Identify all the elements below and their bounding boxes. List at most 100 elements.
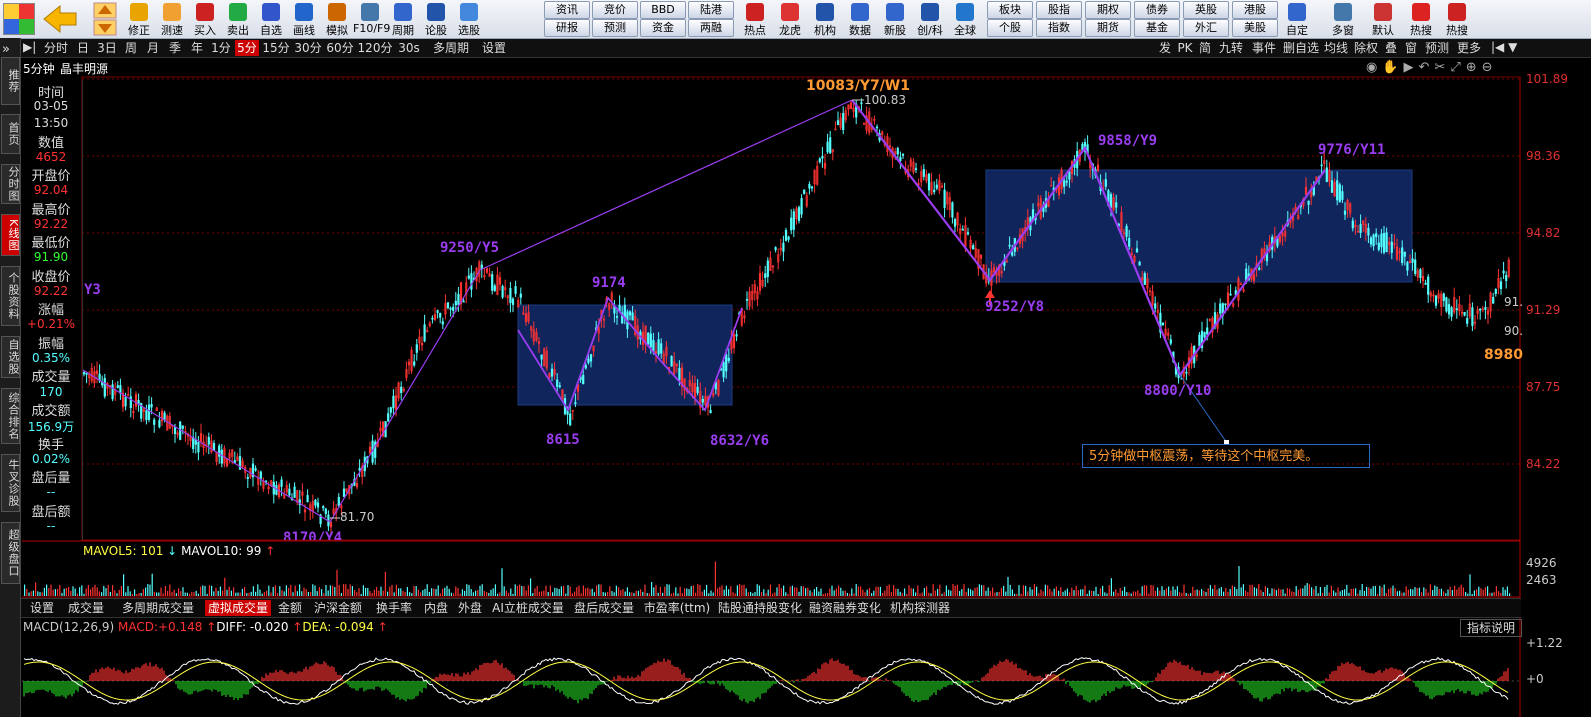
volume-bar xyxy=(598,584,600,596)
volume-bar xyxy=(233,587,235,596)
volume-bar xyxy=(323,593,325,596)
volume-bar xyxy=(723,589,725,596)
volume-bar xyxy=(1150,584,1152,596)
volume-bar xyxy=(1196,589,1198,596)
volume-bar xyxy=(1286,588,1288,596)
volume-bar xyxy=(338,585,340,596)
candle-body xyxy=(1307,200,1310,205)
volume-bar xyxy=(191,591,193,596)
volume-bar xyxy=(461,589,463,596)
volume-bar xyxy=(842,590,844,596)
indicator-tab[interactable]: 外盘 xyxy=(455,600,485,616)
indicator-help-button[interactable]: 指标说明 xyxy=(1460,619,1522,637)
indicator-tab[interactable]: 内盘 xyxy=(421,600,451,616)
indicator-tab[interactable]: 沪深金额 xyxy=(309,600,367,616)
volume-bar xyxy=(1308,584,1310,596)
volume-bar xyxy=(1418,587,1420,596)
volume-bar xyxy=(486,591,488,596)
indicator-tab[interactable]: 融资融券变化 xyxy=(807,600,883,616)
volume-bar xyxy=(1315,585,1317,596)
volume-bar xyxy=(549,585,551,596)
volume-bar xyxy=(871,593,873,596)
indicator-tab[interactable]: 金额 xyxy=(275,600,305,616)
volume-bar xyxy=(1117,592,1119,596)
indicator-tab[interactable]: 虚拟成交量 xyxy=(205,600,271,616)
volume-bar xyxy=(1355,588,1357,596)
macd-axis-label: +0 xyxy=(1526,672,1544,686)
volume-bar xyxy=(301,591,303,596)
volume-bar xyxy=(336,569,338,596)
candle-body xyxy=(550,368,554,377)
volume-bar xyxy=(1478,586,1480,596)
volume-bar xyxy=(257,584,259,596)
volume-bar xyxy=(582,585,584,596)
dea-label: DEA: xyxy=(302,620,332,634)
volume-bar xyxy=(1044,584,1046,596)
volume-bar xyxy=(761,591,763,596)
volume-bar xyxy=(24,584,26,596)
volume-bar xyxy=(1278,588,1280,596)
volume-bar xyxy=(1302,588,1304,596)
indicator-tab[interactable]: 换手率 xyxy=(371,600,417,616)
indicator-tab[interactable]: 设置 xyxy=(27,600,57,616)
volume-bar xyxy=(380,586,382,596)
annotation-9252: 9252/Y8 xyxy=(985,299,1045,315)
candle-body xyxy=(1447,304,1451,315)
volume-bar xyxy=(400,588,402,596)
annotation-9174: 9174 xyxy=(592,275,626,291)
volume-bar xyxy=(321,589,323,596)
candle-body xyxy=(875,126,879,129)
candle-body xyxy=(1320,164,1323,167)
volume-bar xyxy=(193,592,195,596)
candle-body xyxy=(628,311,632,316)
volume-bar xyxy=(50,584,52,596)
volume-bar xyxy=(197,593,199,596)
volume-bar xyxy=(547,591,549,596)
volume-bar xyxy=(52,589,54,596)
volume-bar xyxy=(721,585,723,596)
volume-bar xyxy=(1264,586,1266,596)
volume-bar xyxy=(1016,593,1018,596)
info-open: 92.04 xyxy=(33,183,69,197)
indicator-tab[interactable]: 陆股通持股变化 xyxy=(717,600,803,616)
volume-bar xyxy=(281,590,283,596)
volume-bar xyxy=(1423,587,1425,596)
indicator-tab[interactable]: 盘后成交量 xyxy=(571,600,637,616)
indicator-tab[interactable]: AI立桩成交量 xyxy=(489,600,567,616)
volume-bar xyxy=(787,593,789,596)
volume-bar xyxy=(505,590,507,596)
volume-bar xyxy=(1238,566,1240,596)
volume-bar xyxy=(1344,589,1346,596)
volume-bar xyxy=(367,587,369,596)
volume-bar xyxy=(884,590,886,596)
candle-body xyxy=(400,386,403,393)
indicator-tab[interactable]: 机构探测器 xyxy=(887,600,953,616)
candle-body xyxy=(103,378,106,397)
volume-bar xyxy=(1449,586,1451,596)
volume-bar xyxy=(906,593,908,596)
candle-body xyxy=(657,339,660,355)
chart-tool-icons[interactable]: ◉✋▶↶✂⤢⊕⊖ xyxy=(1366,60,1498,75)
volume-bar xyxy=(959,590,961,596)
volume-bar xyxy=(1080,589,1082,596)
indicator-tab[interactable]: 多周期成交量 xyxy=(115,600,201,616)
indicator-tab[interactable]: 市盈率(ttm) xyxy=(641,600,713,616)
volume-bar xyxy=(68,586,70,596)
volume-bar xyxy=(554,587,556,596)
volume-bar xyxy=(954,585,956,596)
volume-bar xyxy=(684,588,686,596)
volume-bar xyxy=(1209,585,1211,596)
volume-bar xyxy=(930,593,932,596)
candle-body xyxy=(1198,334,1201,347)
indicator-tab[interactable]: 成交量 xyxy=(61,600,111,616)
volume-bar xyxy=(426,584,428,596)
candle-body xyxy=(1206,327,1209,335)
down-arrow-icon: ↓ xyxy=(167,544,178,558)
annotation-right-2: 90. xyxy=(1504,324,1524,338)
volume-bar xyxy=(642,591,644,596)
volume-bar xyxy=(769,584,771,596)
volume-bar xyxy=(387,591,389,596)
volume-bar xyxy=(1047,585,1049,596)
volume-bar xyxy=(1396,591,1398,596)
volume-bar xyxy=(543,590,545,596)
